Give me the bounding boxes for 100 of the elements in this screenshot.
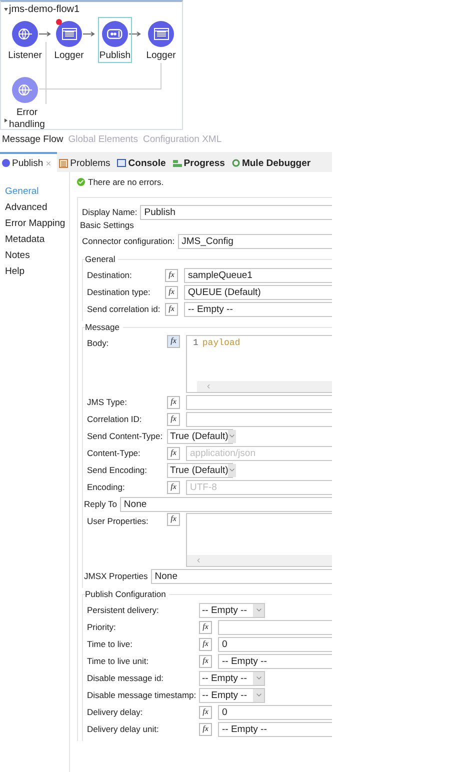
text-area[interactable]: [186, 513, 332, 567]
caret-icon: [228, 466, 236, 474]
expression-toggle[interactable]: fx: [165, 268, 178, 282]
view-tab[interactable]: Mule Debugger: [230, 152, 316, 172]
caret-icon: [254, 674, 262, 682]
progress-icon: [172, 160, 182, 166]
collapse-icon: [4, 8, 8, 11]
input-field[interactable]: QUEUE (Default): [184, 284, 332, 300]
scroll-left-icon[interactable]: [195, 557, 202, 564]
scrollbar[interactable]: [197, 381, 332, 392]
field-label: JMSX Properties: [84, 571, 148, 581]
line-number: 1: [193, 338, 198, 348]
group-title: General: [85, 254, 118, 264]
input-field[interactable]: [186, 412, 332, 426]
input-field[interactable]: None: [150, 568, 332, 584]
input-field[interactable]: [218, 620, 332, 634]
dropdown[interactable]: True (Default): [167, 428, 233, 444]
close-icon[interactable]: [45, 160, 52, 166]
expression-toggle[interactable]: fx: [199, 638, 212, 650]
field-label: Send correlation id:: [87, 304, 162, 314]
expression-toggle[interactable]: fx: [167, 480, 180, 494]
expression-toggle[interactable]: fx: [167, 335, 180, 348]
nav-item[interactable]: Error Mapping: [5, 218, 69, 229]
scrollbar[interactable]: [187, 555, 332, 566]
expression-toggle[interactable]: fx: [165, 302, 178, 316]
expression-toggle[interactable]: fx: [165, 286, 178, 298]
dropdown[interactable]: True (Default): [167, 462, 233, 478]
dropdown[interactable]: -- Empty --: [199, 602, 265, 618]
log-icon: [62, 28, 76, 40]
expression-toggle[interactable]: fx: [167, 513, 180, 526]
status-message: There are no errors.: [88, 177, 164, 187]
flow-node[interactable]: Publish: [98, 17, 132, 63]
bug-icon: [232, 159, 240, 167]
field-label: Correlation ID:: [87, 414, 143, 424]
expression-toggle[interactable]: fx: [167, 412, 180, 426]
caret-icon: [254, 691, 263, 699]
input-field[interactable]: Publish: [140, 204, 332, 220]
input-field[interactable]: [186, 394, 332, 410]
field-label: JMS Type:: [87, 397, 128, 407]
flow-arrow: [129, 31, 141, 37]
flow-node[interactable]: Logger: [52, 17, 86, 63]
input-field[interactable]: 0: [218, 636, 332, 652]
nav-item[interactable]: Advanced: [5, 202, 69, 213]
expression-toggle[interactable]: fx: [199, 620, 212, 634]
log-icon: [154, 28, 168, 40]
dropdown[interactable]: -- Empty --: [199, 670, 265, 686]
input-field[interactable]: sampleQueue1: [184, 268, 332, 282]
field-label: Delivery delay:: [87, 707, 144, 717]
code-editor[interactable]: 1 payload: [186, 335, 332, 393]
globe-icon: [18, 27, 32, 41]
monitor-icon: [117, 159, 126, 167]
view-tab[interactable]: Console: [115, 152, 171, 172]
expression-toggle[interactable]: fx: [199, 654, 212, 668]
expression-toggle[interactable]: fx: [199, 722, 212, 736]
globe-icon: [18, 83, 32, 97]
field-label: Reply To: [84, 499, 117, 509]
field-label: Priority:: [87, 622, 117, 632]
input-field[interactable]: None: [120, 496, 332, 512]
view-tab[interactable]: Publish: [0, 152, 58, 172]
dropdown[interactable]: -- Empty --: [199, 688, 266, 702]
connector-icon: [107, 29, 123, 39]
flow-arrow: [39, 31, 51, 37]
input-field[interactable]: JMS_Config: [178, 234, 332, 248]
field-label: Content-Type:: [87, 448, 142, 458]
expression-toggle[interactable]: fx: [167, 396, 180, 408]
flow-node[interactable]: Listener: [8, 17, 42, 63]
field-label: Connector configuration:: [82, 236, 176, 246]
expression-toggle[interactable]: fx: [167, 446, 180, 460]
nav-item[interactable]: Metadata: [5, 234, 69, 245]
field-label: Display Name:: [82, 207, 138, 217]
view-tab[interactable]: Progress: [170, 152, 230, 172]
input-field[interactable]: -- Empty --: [184, 302, 332, 316]
nav-item[interactable]: Help: [5, 266, 69, 277]
expression-toggle[interactable]: fx: [199, 706, 212, 718]
field-label: Persistent delivery:: [87, 605, 160, 615]
field-label: Disable message id:: [87, 673, 165, 683]
field-label: Delivery delay unit:: [87, 724, 160, 734]
group-title: Publish Configuration: [85, 589, 169, 599]
field-label: Body:: [87, 337, 110, 348]
caret-icon: [254, 606, 262, 614]
flow-arrow: [83, 31, 95, 37]
input-field[interactable]: 0: [218, 704, 332, 720]
flow-title: jms-demo-flow1: [9, 4, 80, 15]
collapse-icon: [4, 118, 8, 122]
flow-node[interactable]: Logger: [144, 17, 178, 63]
editor-tab[interactable]: Message Flow: [2, 133, 64, 145]
nav-item[interactable]: Notes: [5, 250, 69, 261]
field-label: Destination type:: [87, 287, 152, 297]
connector-icon: [2, 159, 10, 167]
error-handler-label: Error handling: [9, 107, 45, 131]
field-label: Time to live:: [87, 639, 134, 649]
field-label: User Properties:: [87, 515, 150, 526]
view-tab[interactable]: Problems: [57, 152, 116, 172]
group-title: Message: [85, 322, 122, 332]
list-icon: [59, 158, 68, 168]
group-title: Basic Settings: [80, 220, 137, 230]
code-text: payload: [202, 338, 240, 348]
input-field[interactable]: -- Empty --: [218, 722, 332, 736]
scroll-left-icon[interactable]: [205, 383, 212, 390]
input-field[interactable]: -- Empty --: [218, 654, 332, 668]
